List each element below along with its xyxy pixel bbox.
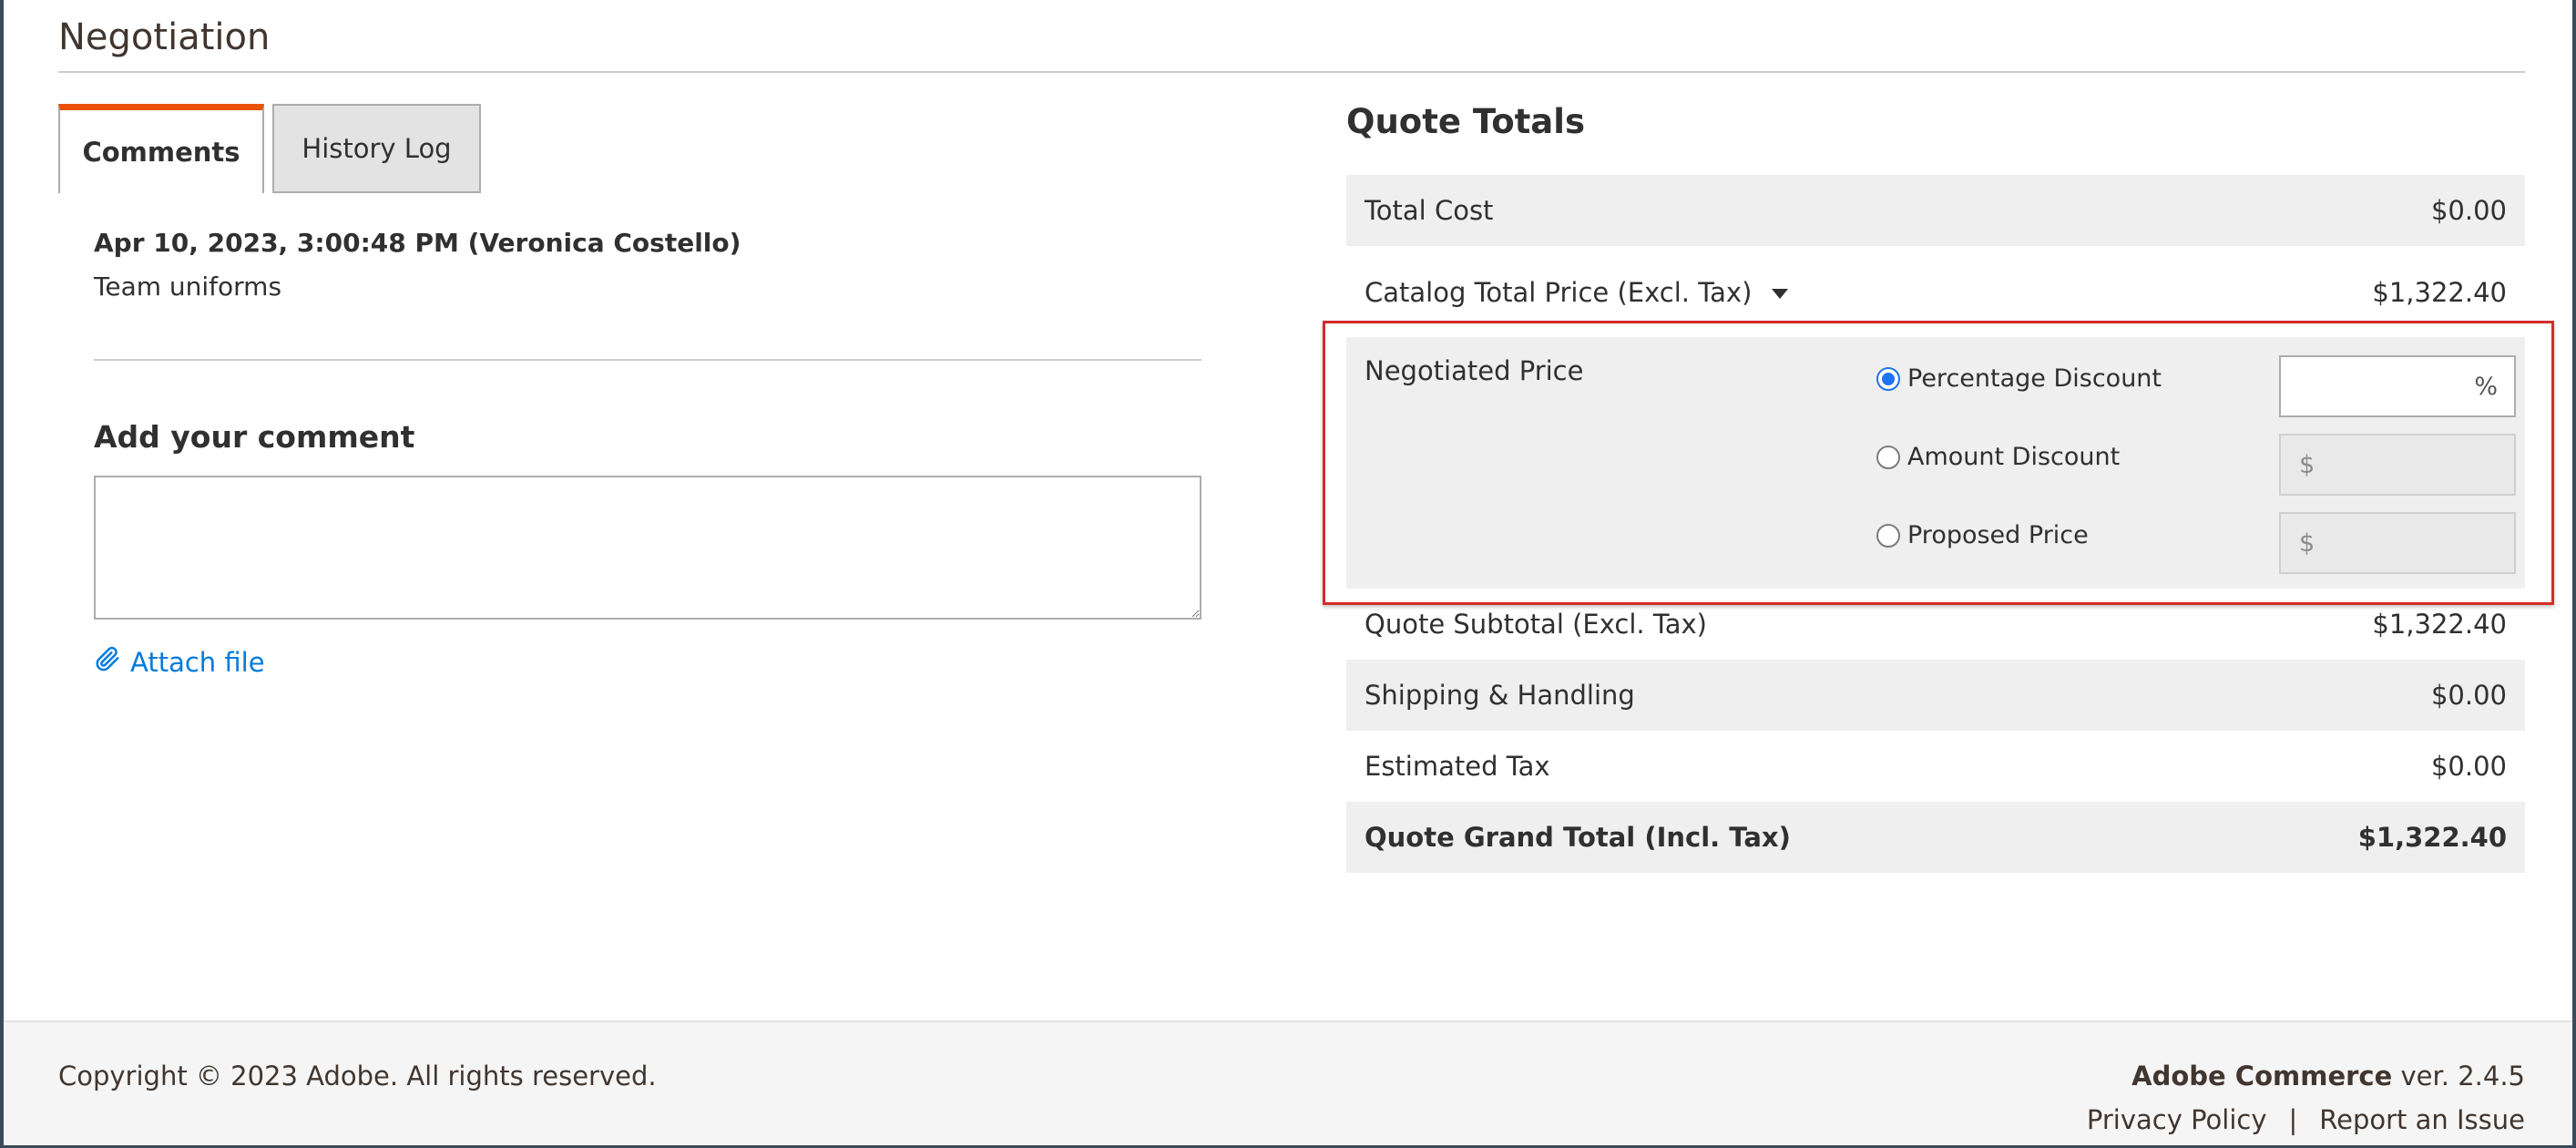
estimated-tax-row: Estimated Tax $0.00 xyxy=(1346,731,2525,802)
total-cost-row: Total Cost $0.00 xyxy=(1346,175,2525,246)
comment-text: Team uniforms xyxy=(94,272,282,302)
brand-name: Adobe Commerce xyxy=(2131,1061,2393,1092)
percent-unit: % xyxy=(2474,372,2498,401)
proposed-price-option[interactable]: Proposed Price xyxy=(1876,521,2089,549)
grand-total-row: Quote Grand Total (Incl. Tax) $1,322.40 xyxy=(1346,802,2525,873)
quote-totals-title: Quote Totals xyxy=(1346,102,1585,141)
catalog-total-value: $1,322.40 xyxy=(2372,277,2507,308)
percentage-discount-label: Percentage Discount xyxy=(1907,364,2162,393)
proposed-price-radio[interactable] xyxy=(1876,523,1900,548)
negotiated-price-label: Negotiated Price xyxy=(1365,355,1584,386)
total-cost-label: Total Cost xyxy=(1365,195,1494,226)
paperclip-icon xyxy=(94,645,121,679)
amount-discount-label: Amount Discount xyxy=(1907,443,2121,471)
tab-comments[interactable]: Comments xyxy=(58,104,264,193)
quote-subtotal-label: Quote Subtotal (Excl. Tax) xyxy=(1365,609,1707,640)
shipping-row: Shipping & Handling $0.00 xyxy=(1346,660,2525,731)
percentage-discount-radio[interactable] xyxy=(1876,366,1900,391)
quote-subtotal-row: Quote Subtotal (Excl. Tax) $1,322.40 xyxy=(1346,589,2525,660)
shipping-value: $0.00 xyxy=(2430,680,2507,711)
catalog-total-row: Catalog Total Price (Excl. Tax) $1,322.4… xyxy=(1346,257,2525,328)
proposed-price-input: $ xyxy=(2279,512,2516,574)
catalog-total-label: Catalog Total Price (Excl. Tax) xyxy=(1365,277,1753,308)
estimated-tax-label: Estimated Tax xyxy=(1365,751,1550,782)
add-comment-title: Add your comment xyxy=(94,419,415,455)
report-issue-link[interactable]: Report an Issue xyxy=(2319,1104,2525,1135)
comment-textarea[interactable] xyxy=(94,476,1201,620)
shipping-label: Shipping & Handling xyxy=(1365,680,1635,711)
amount-discount-radio[interactable] xyxy=(1876,445,1900,469)
footer-links: Privacy Policy | Report an Issue xyxy=(2087,1104,2525,1135)
proposed-currency-unit: $ xyxy=(2299,528,2315,558)
comment-meta: Apr 10, 2023, 3:00:48 PM (Veronica Coste… xyxy=(94,228,741,258)
privacy-policy-link[interactable]: Privacy Policy xyxy=(2087,1104,2267,1135)
quote-subtotal-value: $1,322.40 xyxy=(2372,609,2507,640)
footer-separator: | xyxy=(2288,1104,2298,1135)
version-info: Adobe Commerce ver. 2.4.5 xyxy=(2131,1061,2525,1092)
attach-file-label: Attach file xyxy=(130,646,265,678)
tab-history-log[interactable]: History Log xyxy=(272,104,481,193)
amount-currency-unit: $ xyxy=(2299,450,2315,479)
proposed-price-label: Proposed Price xyxy=(1907,521,2089,549)
percentage-discount-option[interactable]: Percentage Discount xyxy=(1876,364,2162,393)
section-title: Negotiation xyxy=(58,16,271,58)
amount-discount-input: $ xyxy=(2279,434,2516,496)
attach-file-link[interactable]: Attach file xyxy=(94,645,265,679)
version-number: ver. 2.4.5 xyxy=(2400,1061,2526,1092)
catalog-total-toggle[interactable]: Catalog Total Price (Excl. Tax) xyxy=(1365,277,1789,308)
total-cost-value: $0.00 xyxy=(2430,195,2507,226)
estimated-tax-value: $0.00 xyxy=(2430,751,2507,782)
comment-divider xyxy=(94,359,1201,361)
negotiated-price-panel: Negotiated Price Percentage Discount Amo… xyxy=(1346,337,2525,589)
page-footer: Copyright © 2023 Adobe. All rights reser… xyxy=(4,1020,2572,1145)
section-divider xyxy=(58,71,2525,73)
caret-down-icon[interactable] xyxy=(1772,288,1789,299)
percentage-discount-input[interactable]: % xyxy=(2279,355,2516,417)
grand-total-value: $1,322.40 xyxy=(2357,822,2507,853)
grand-total-label: Quote Grand Total (Incl. Tax) xyxy=(1365,822,1791,853)
amount-discount-option[interactable]: Amount Discount xyxy=(1876,443,2120,471)
copyright-text: Copyright © 2023 Adobe. All rights reser… xyxy=(58,1061,657,1092)
